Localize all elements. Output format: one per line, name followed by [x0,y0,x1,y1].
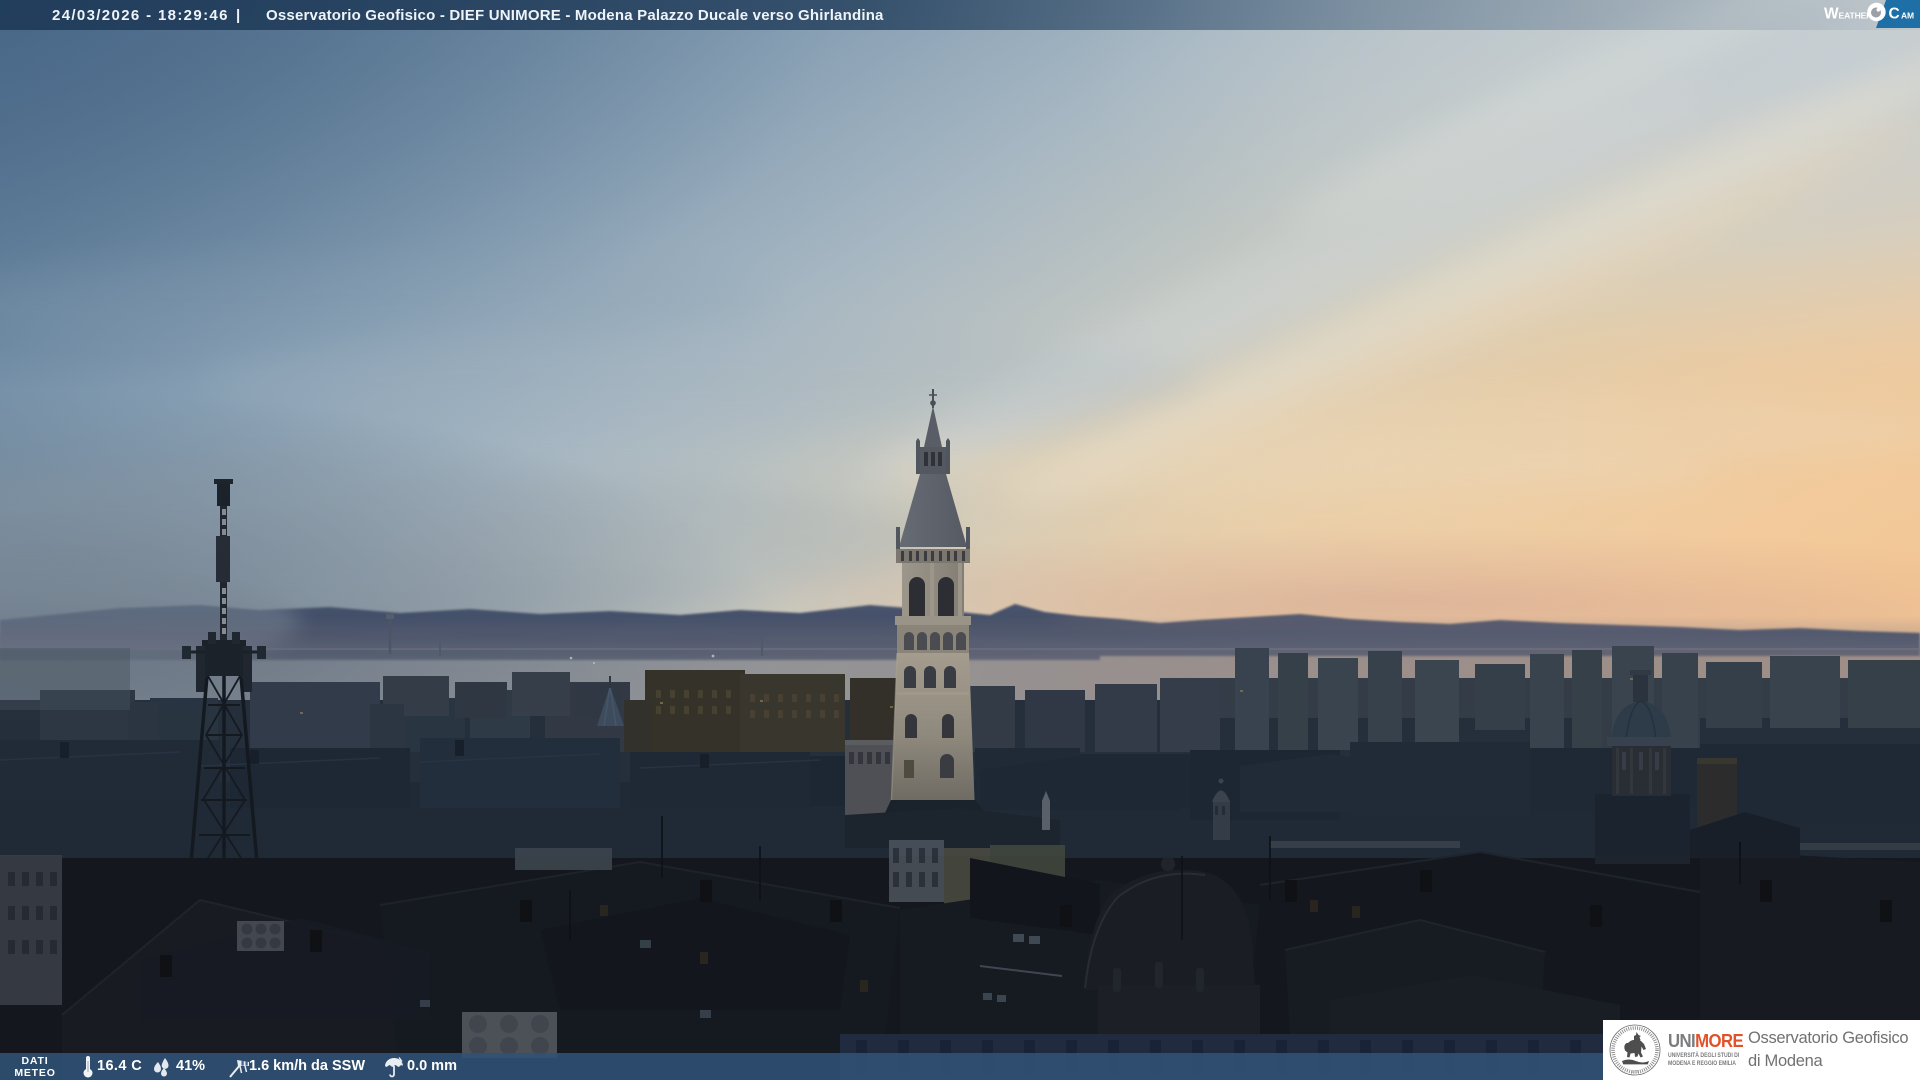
svg-text:1175: 1175 [1631,1069,1639,1074]
svg-text:EATHER: EATHER [1839,11,1873,21]
svg-text:W: W [1824,6,1839,23]
svg-text:C: C [1889,6,1900,23]
svg-text:AM: AM [1901,11,1914,21]
